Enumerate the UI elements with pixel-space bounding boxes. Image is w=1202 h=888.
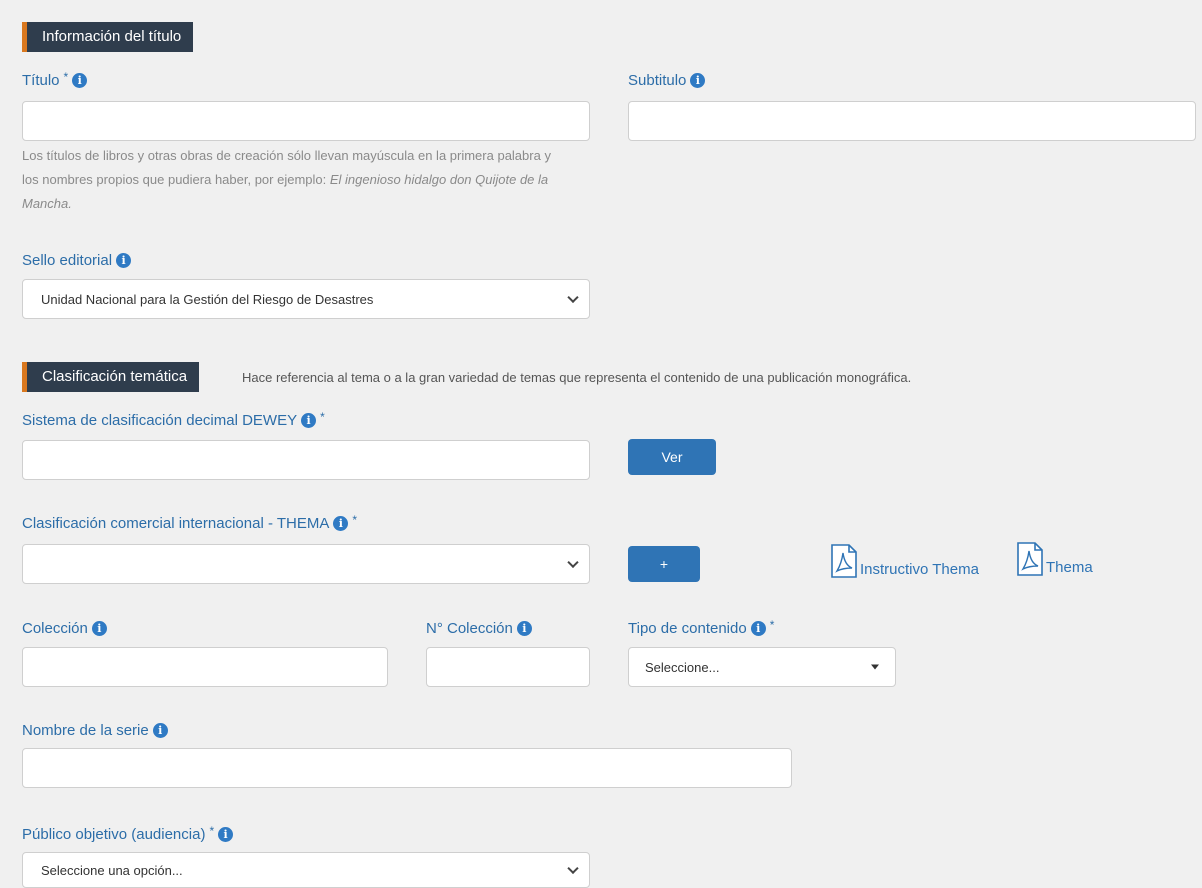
info-icon[interactable]: i: [152, 723, 168, 738]
clasificacion-description: Hace referencia al tema o a la gran vari…: [242, 370, 912, 385]
thema-label-text: Clasificación comercial internacional - …: [22, 515, 330, 532]
publico-label: Público objetivo (audiencia) * i: [22, 823, 234, 843]
info-icon[interactable]: i: [690, 73, 706, 88]
info-icon[interactable]: i: [218, 827, 234, 842]
coleccion-input[interactable]: [22, 647, 388, 687]
publico-select[interactable]: Seleccione una opción...: [22, 852, 590, 888]
section-header-clasificacion: Clasificación temática: [22, 362, 200, 392]
ver-button-label: Ver: [661, 449, 683, 465]
coleccion-label: Colección i: [22, 620, 107, 637]
titulo-helper-text: Los títulos de libros y otras obras de c…: [22, 144, 562, 216]
coleccion-label-text: Colección: [22, 620, 88, 637]
pdf-file-icon: [1017, 542, 1043, 576]
caret-down-icon: [871, 664, 879, 670]
thema-select[interactable]: [22, 544, 590, 584]
n-coleccion-label: N° Colección i: [426, 620, 532, 637]
n-coleccion-label-text: N° Colección: [426, 620, 513, 637]
serie-label-text: Nombre de la serie: [22, 722, 149, 739]
info-icon[interactable]: i: [116, 253, 132, 268]
serie-input[interactable]: [22, 748, 792, 788]
titulo-label: Título * i: [22, 69, 88, 89]
dewey-input[interactable]: [22, 440, 590, 480]
n-coleccion-input[interactable]: [426, 647, 590, 687]
sello-label-text: Sello editorial: [22, 252, 113, 269]
tipo-contenido-select[interactable]: Seleccione...: [628, 647, 896, 687]
instructivo-thema-link[interactable]: Instructivo Thema: [830, 544, 979, 578]
required-mark: *: [320, 409, 325, 424]
dewey-label: Sistema de clasificación decimal DEWEY i…: [22, 409, 325, 430]
publico-label-text: Público objetivo (audiencia): [22, 826, 206, 843]
subtitulo-label-text: Subtitulo: [628, 72, 687, 89]
sello-select[interactable]: Unidad Nacional para la Gestión del Ries…: [22, 279, 590, 319]
info-icon[interactable]: i: [301, 413, 317, 428]
chevron-down-icon: [567, 862, 579, 875]
ver-button[interactable]: Ver: [628, 439, 716, 475]
info-icon[interactable]: i: [516, 621, 532, 636]
sello-select-value: Unidad Nacional para la Gestión del Ries…: [41, 291, 374, 307]
section-header-titulo: Información del título: [22, 22, 194, 52]
tipo-contenido-label-text: Tipo de contenido: [628, 620, 747, 637]
add-thema-button-label: +: [659, 556, 669, 572]
titulo-label-text: Título: [22, 72, 60, 89]
required-mark: *: [352, 512, 358, 527]
sello-label: Sello editorial i: [22, 252, 132, 269]
serie-label: Nombre de la serie i: [22, 722, 168, 739]
tipo-contenido-select-value: Seleccione...: [645, 659, 720, 675]
subtitulo-input[interactable]: [628, 101, 1196, 141]
publico-select-value: Seleccione una opción...: [41, 862, 183, 878]
thema-link-text: Thema: [1046, 558, 1093, 576]
subtitulo-label: Subtitulo i: [628, 72, 706, 89]
info-icon[interactable]: i: [333, 516, 349, 531]
info-icon[interactable]: i: [72, 73, 88, 88]
chevron-down-icon: [567, 291, 579, 304]
section-header-clasificacion-text: Clasificación temática: [42, 368, 188, 385]
titulo-input[interactable]: [22, 101, 590, 141]
required-mark: *: [209, 823, 215, 838]
instructivo-thema-link-text: Instructivo Thema: [860, 560, 979, 578]
info-icon[interactable]: i: [91, 621, 107, 636]
chevron-down-icon: [567, 556, 579, 569]
required-mark: *: [63, 69, 69, 84]
tipo-contenido-label: Tipo de contenido i *: [628, 617, 775, 638]
info-icon[interactable]: i: [750, 621, 766, 636]
thema-link[interactable]: Thema: [1016, 542, 1093, 576]
thema-label: Clasificación comercial internacional - …: [22, 512, 358, 533]
section-header-titulo-text: Información del título: [42, 28, 182, 45]
dewey-label-text: Sistema de clasificación decimal DEWEY: [22, 412, 298, 429]
add-thema-button[interactable]: +: [628, 546, 700, 582]
pdf-file-icon: [831, 544, 857, 578]
required-mark: *: [769, 617, 775, 632]
